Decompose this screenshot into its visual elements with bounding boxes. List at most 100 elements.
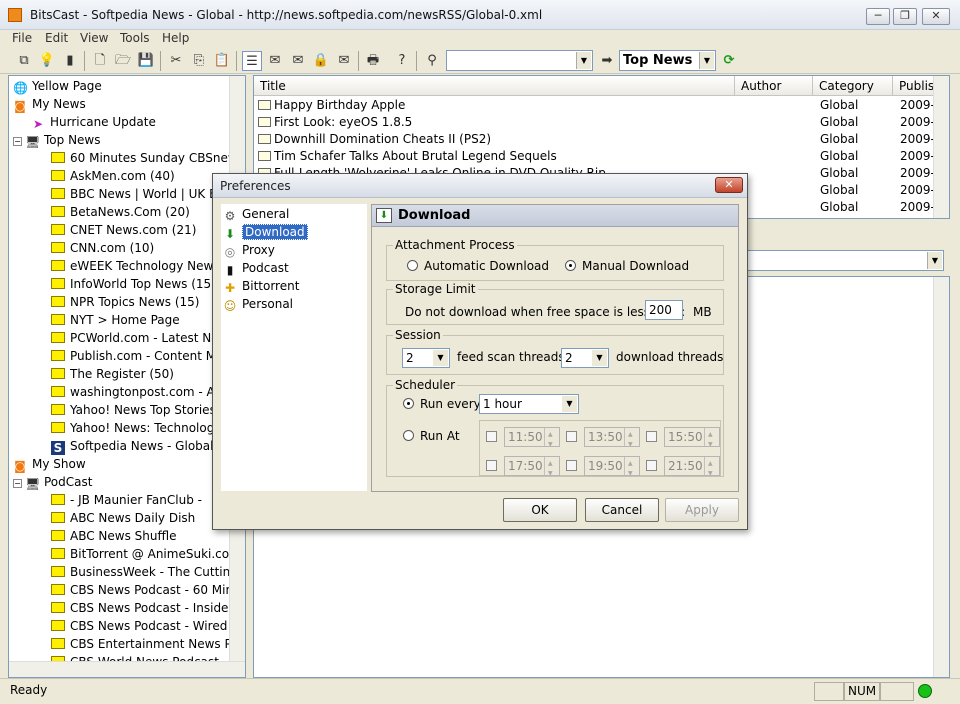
menu-view[interactable]: View (80, 30, 108, 47)
close-button[interactable]: ✕ (922, 8, 950, 25)
column-author[interactable]: Author (735, 76, 813, 96)
tree-item[interactable]: − 🖥 Top News (13, 131, 101, 149)
chevron-down-icon[interactable]: ▼ (576, 52, 591, 69)
tree-item[interactable]: NPR Topics News (15) (51, 293, 200, 311)
spinner-icon[interactable] (544, 455, 559, 483)
time-slot-checkbox[interactable] (486, 460, 497, 471)
time-slot-input[interactable]: 15:50 (664, 426, 720, 454)
spinner-icon[interactable] (624, 426, 639, 454)
nav-item-proxy[interactable]: ◎ Proxy (221, 242, 275, 259)
free-space-input[interactable]: 200 (645, 300, 683, 320)
chevron-down-icon[interactable]: ▼ (592, 350, 607, 366)
tree-item[interactable]: BetaNews.Com (20) (51, 203, 190, 221)
collapse-icon[interactable]: − (13, 137, 22, 146)
radio-button[interactable] (403, 430, 414, 441)
spinner-icon[interactable] (704, 426, 719, 454)
cancel-button[interactable]: Cancel (585, 498, 659, 522)
chevron-down-icon[interactable]: ▼ (927, 252, 942, 269)
subscribe-icon[interactable]: ⧉ (14, 51, 34, 71)
mail-download-icon[interactable]: ✉ (334, 51, 354, 71)
new-icon[interactable]: 🗋 (90, 51, 110, 71)
tree-item[interactable]: ABC News Shuffle (51, 527, 176, 545)
tree-item[interactable]: CBS Entertainment News Podc (51, 635, 245, 653)
time-slot-input[interactable]: 19:50 (584, 455, 640, 483)
tree-item[interactable]: 🌐 Yellow Page (13, 77, 102, 95)
ok-button[interactable]: OK (503, 498, 577, 522)
cut-icon[interactable]: ✂ (166, 51, 186, 71)
open-icon[interactable]: 🗁 (113, 51, 133, 71)
menu-file[interactable]: File (12, 30, 32, 47)
mail-open-icon[interactable]: ✉ (288, 51, 308, 71)
preview-select[interactable]: ▼ (746, 250, 944, 271)
column-category[interactable]: Category (813, 76, 893, 96)
save-icon[interactable]: 💾 (136, 51, 156, 71)
tree-item[interactable]: CBS News Podcast - 60 Minut (51, 581, 245, 599)
tree-item[interactable]: S Softpedia News - Global (30 (51, 437, 237, 455)
feed-select[interactable]: Top News ▼ (619, 50, 716, 71)
tree-item[interactable]: BusinessWeek - The Cutting Ec (51, 563, 245, 581)
run-at-radio[interactable]: Run At (403, 428, 460, 444)
bulb-icon[interactable]: 💡 (37, 51, 57, 71)
feed-scan-threads-select[interactable]: 2 ▼ (402, 348, 450, 368)
tree-item[interactable]: CBS News Podcast - Wired Ma (51, 617, 245, 635)
paste-icon[interactable]: 📋 (212, 51, 232, 71)
column-title[interactable]: Title (254, 76, 735, 96)
tree-item[interactable]: - JB Maunier FanClub - (51, 491, 202, 509)
manual-download-radio[interactable]: Manual Download (565, 258, 689, 274)
battery-icon[interactable]: ▮ (60, 51, 80, 71)
chevron-down-icon[interactable]: ▼ (699, 52, 714, 69)
run-interval-select[interactable]: 1 hour ▼ (479, 394, 579, 414)
table-row[interactable]: Happy Birthday Apple Global 2009-0 (254, 97, 936, 114)
tree-horizontal-scrollbar[interactable] (9, 661, 245, 677)
tree-item[interactable]: PCWorld.com - Latest New (51, 329, 228, 347)
chevron-down-icon[interactable]: ▼ (433, 350, 448, 366)
download-threads-select[interactable]: 2 ▼ (561, 348, 609, 368)
time-slot-input[interactable]: 21:50 (664, 455, 720, 483)
radio-button[interactable] (407, 260, 418, 271)
tree-item[interactable]: ABC News Daily Dish (51, 509, 195, 527)
go-arrow-icon[interactable]: ➡ (597, 51, 617, 71)
tree-item[interactable]: The Register (50) (51, 365, 174, 383)
tree-item[interactable]: Yahoo! News: Technology N (51, 419, 234, 437)
menu-edit[interactable]: Edit (45, 30, 68, 47)
copy-icon[interactable]: ⎘ (189, 51, 209, 71)
time-slot-input[interactable]: 13:50 (584, 426, 640, 454)
radio-button[interactable] (565, 260, 576, 271)
help-icon[interactable]: ? (392, 51, 412, 71)
tree-item[interactable]: Yahoo! News Top Stories (2 (51, 401, 232, 419)
run-every-radio[interactable]: Run every (403, 396, 481, 412)
time-slot-checkbox[interactable] (566, 431, 577, 442)
nav-item-bittorrent[interactable]: ✚ Bittorrent (221, 278, 299, 295)
spinner-icon[interactable] (624, 455, 639, 483)
tree-item[interactable]: NYT > Home Page (51, 311, 180, 329)
time-slot-input[interactable]: 11:50 (504, 426, 560, 454)
tree-item[interactable]: ➤ Hurricane Update (31, 113, 156, 131)
search-input[interactable]: ▼ (446, 50, 593, 71)
tree-item[interactable]: CBS News Podcast - Inside Bu (51, 599, 245, 617)
tree-item[interactable]: ◙ My News (13, 95, 86, 113)
collapse-icon[interactable]: − (13, 479, 22, 488)
refresh-icon[interactable]: ⟳ (719, 51, 739, 71)
chevron-down-icon[interactable]: ▼ (562, 396, 577, 412)
tree-item[interactable]: AskMen.com (40) (51, 167, 175, 185)
search-icon[interactable]: ⚲ (422, 51, 442, 71)
automatic-download-radio[interactable]: Automatic Download (407, 258, 549, 274)
tree-item[interactable]: CNN.com (10) (51, 239, 154, 257)
time-slot-input[interactable]: 17:50 (504, 455, 560, 483)
table-row[interactable]: Downhill Domination Cheats II (PS2) Globa… (254, 131, 936, 148)
print-icon[interactable]: 🖶 (363, 51, 383, 71)
table-row[interactable]: First Look: eyeOS 1.8.5 Global 2009-0 (254, 114, 936, 131)
radio-button[interactable] (403, 398, 414, 409)
time-slot-checkbox[interactable] (566, 460, 577, 471)
lock-icon[interactable]: 🔒 (311, 51, 331, 71)
tree-item[interactable]: Publish.com - Content Ma (51, 347, 223, 365)
nav-item-general[interactable]: ⚙ General (221, 206, 290, 223)
tree-item[interactable]: washingtonpost.com - A Se (51, 383, 234, 401)
column-published[interactable]: Publis (893, 76, 935, 96)
minimize-button[interactable]: ─ (866, 8, 890, 25)
spinner-icon[interactable] (544, 426, 559, 454)
apply-button[interactable]: Apply (665, 498, 739, 522)
tree-item[interactable]: CNET News.com (21) (51, 221, 196, 239)
spinner-icon[interactable] (704, 455, 719, 483)
mail-icon[interactable]: ✉ (265, 51, 285, 71)
